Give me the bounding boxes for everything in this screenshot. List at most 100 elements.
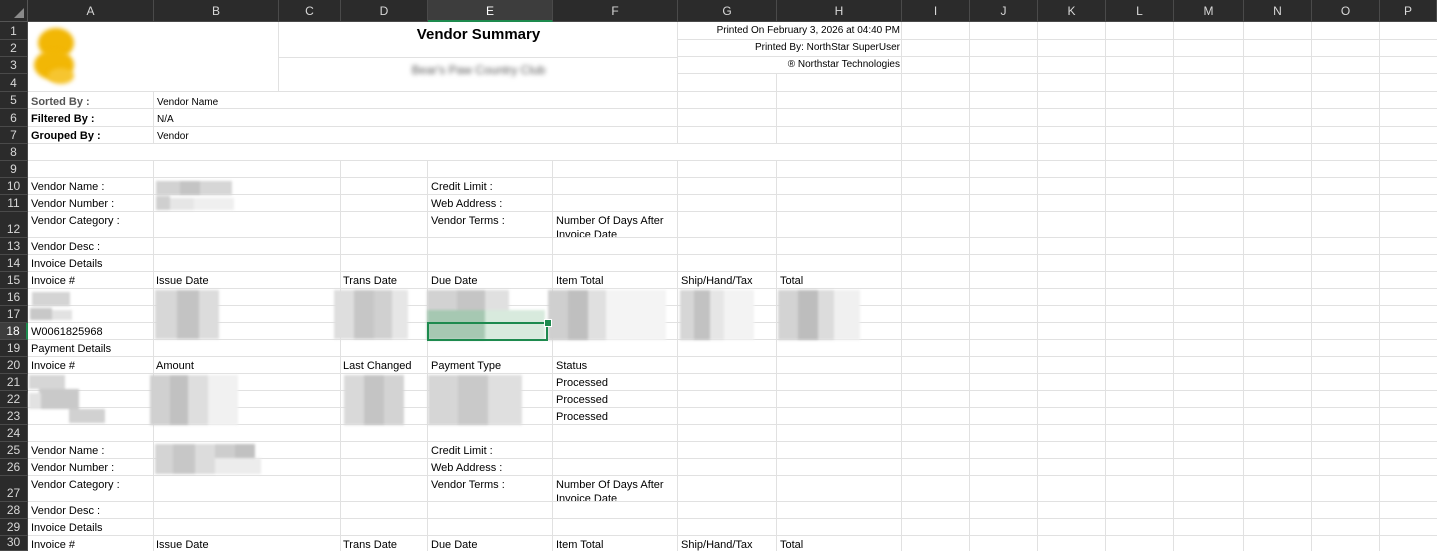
- column-header-c[interactable]: C: [279, 0, 341, 22]
- row-header-4[interactable]: 4: [0, 74, 28, 92]
- column-header-p[interactable]: P: [1380, 0, 1437, 22]
- invoice-header-item-total: Item Total: [556, 275, 604, 287]
- payment-header-last-changed: Last Changed: [343, 360, 412, 372]
- gridline: [28, 373, 1437, 374]
- redacted-trans-dates: [334, 290, 410, 339]
- gridline: [28, 535, 1437, 536]
- gridline: [678, 73, 1437, 74]
- row-header-30[interactable]: 30: [0, 535, 28, 551]
- gridline: [28, 237, 1437, 238]
- column-header-o[interactable]: O: [1312, 0, 1380, 22]
- row-header-7[interactable]: 7: [0, 127, 28, 144]
- invoice-header-item-total-2: Item Total: [556, 539, 604, 551]
- redacted-issue-dates: [155, 290, 221, 339]
- column-header-f[interactable]: F: [553, 0, 678, 22]
- invoice-header-due-date: Due Date: [431, 275, 478, 287]
- redacted-payment-invoices: [29, 375, 109, 425]
- payment-status: Processed: [556, 411, 608, 423]
- column-header-b[interactable]: B: [154, 0, 279, 22]
- column-header-e[interactable]: E: [428, 0, 553, 22]
- gridline: [28, 211, 1437, 212]
- credit-limit-label: Credit Limit :: [431, 181, 493, 193]
- row-header-6[interactable]: 6: [0, 109, 28, 127]
- column-header-a[interactable]: A: [28, 0, 154, 22]
- row-header-23[interactable]: 23: [0, 408, 28, 425]
- fill-handle[interactable]: [544, 319, 552, 327]
- column-header-d[interactable]: D: [341, 0, 428, 22]
- row-header-21[interactable]: 21: [0, 374, 28, 391]
- column-header-i[interactable]: I: [902, 0, 970, 22]
- column-header-n[interactable]: N: [1244, 0, 1312, 22]
- gridline: [678, 56, 1437, 57]
- gridline: [153, 92, 154, 144]
- row-header-5[interactable]: 5: [0, 92, 28, 109]
- row-header-12[interactable]: 12: [0, 212, 28, 238]
- active-cell[interactable]: [427, 322, 548, 341]
- redacted-last-changed: [344, 375, 406, 425]
- row-header-29[interactable]: 29: [0, 519, 28, 536]
- report-subtitle: Bear's Paw Country Club: [411, 63, 546, 77]
- column-header-g[interactable]: G: [678, 0, 777, 22]
- gridline: [28, 194, 1437, 195]
- row-header-14[interactable]: 14: [0, 255, 28, 272]
- invoice-header-ship-hand-tax-2: Ship/Hand/Tax: [681, 539, 753, 551]
- gridline: [901, 22, 902, 551]
- row-header-2[interactable]: 2: [0, 40, 28, 57]
- spreadsheet[interactable]: A B C D E F G H I J K L M N O P 1 2 3 4 …: [0, 0, 1437, 551]
- payment-status: Processed: [556, 394, 608, 406]
- gridline: [969, 22, 970, 551]
- row-header-26[interactable]: 26: [0, 459, 28, 476]
- invoice-number-value: W0061825968: [31, 326, 103, 338]
- column-header-l[interactable]: L: [1106, 0, 1174, 22]
- row-header-17[interactable]: 17: [0, 306, 28, 323]
- row-header-3[interactable]: 3: [0, 57, 28, 74]
- row-header-20[interactable]: 20: [0, 357, 28, 374]
- row-header-16[interactable]: 16: [0, 289, 28, 306]
- row-header-25[interactable]: 25: [0, 442, 28, 459]
- web-address-label: Web Address :: [431, 462, 503, 474]
- redacted-ship-hand-tax: [680, 290, 760, 340]
- payment-header-invoice: Invoice #: [31, 360, 76, 372]
- row-header-13[interactable]: 13: [0, 238, 28, 255]
- gridline: [28, 441, 1437, 442]
- invoice-details-title-2: Invoice Details: [31, 522, 103, 534]
- grouped-by-value: Vendor: [157, 131, 189, 142]
- column-header-m[interactable]: M: [1174, 0, 1244, 22]
- redacted-vendor-name: [156, 181, 234, 212]
- row-header-9[interactable]: 9: [0, 161, 28, 178]
- redacted-payment-types: [428, 375, 526, 425]
- sorted-by-value: Vendor Name: [157, 97, 219, 108]
- column-header-k[interactable]: K: [1038, 0, 1106, 22]
- redacted-item-totals: [548, 290, 668, 340]
- select-all-button[interactable]: [0, 0, 28, 22]
- column-header-h[interactable]: H: [777, 0, 902, 22]
- row-header-8[interactable]: 8: [0, 144, 28, 161]
- row-header-22[interactable]: 22: [0, 391, 28, 408]
- row-header-19[interactable]: 19: [0, 340, 28, 357]
- payment-header-status: Status: [556, 360, 588, 372]
- payment-status: Processed: [556, 377, 608, 389]
- gridline: [1379, 22, 1380, 551]
- gridline: [28, 356, 1437, 357]
- row-header-27[interactable]: 27: [0, 476, 28, 502]
- row-header-11[interactable]: 11: [0, 195, 28, 212]
- gridline: [1243, 22, 1244, 551]
- company-logo: [30, 24, 90, 90]
- row-header-18[interactable]: 18: [0, 323, 28, 340]
- gridline: [1173, 22, 1174, 551]
- invoice-header-invoice: Invoice #: [31, 275, 76, 287]
- row-header-10[interactable]: 10: [0, 178, 28, 195]
- payment-header-amount: Amount: [156, 360, 194, 372]
- column-header-j[interactable]: J: [970, 0, 1038, 22]
- vendor-number-label: Vendor Number :: [31, 198, 115, 210]
- payment-header-payment-type: Payment Type: [431, 360, 502, 372]
- row-header-15[interactable]: 15: [0, 272, 28, 289]
- gridline: [28, 177, 1437, 178]
- invoice-details-title: Invoice Details: [31, 258, 103, 270]
- invoice-header-total-2: Total: [780, 539, 804, 551]
- row-header-24[interactable]: 24: [0, 425, 28, 442]
- report-title: Vendor Summary: [416, 26, 541, 43]
- vendor-category-label: Vendor Category :: [31, 215, 120, 227]
- row-header-1[interactable]: 1: [0, 22, 28, 40]
- row-header-28[interactable]: 28: [0, 502, 28, 519]
